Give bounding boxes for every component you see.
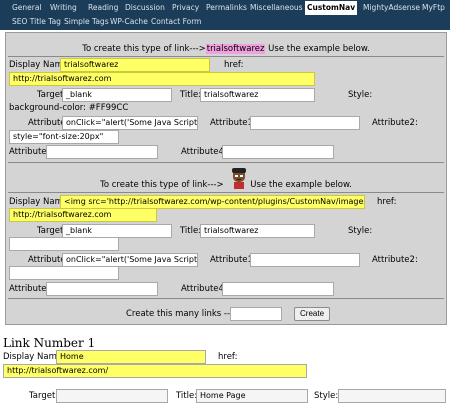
example1-href-label: href: xyxy=(224,60,244,70)
example1-header-pre: To create this type of link---> xyxy=(82,44,206,54)
example2-attribute4-field[interactable] xyxy=(222,282,334,296)
example2-target-field[interactable]: _blank xyxy=(62,224,172,238)
nav-item-wp-cache[interactable]: WP-Cache xyxy=(110,15,148,29)
example2-style-field[interactable] xyxy=(9,237,119,251)
example2-attribute-field[interactable]: onClick="alert('Some Java Script!')" xyxy=(62,253,198,267)
nav-item-myftp[interactable]: MyFtp xyxy=(422,1,445,15)
example1-attribute1-field[interactable] xyxy=(250,116,360,130)
example1-attribute4-field[interactable] xyxy=(222,145,334,159)
example2-header-post: Use the example below. xyxy=(247,180,352,190)
nav-row-2: SEO Title Tag Simple Tags WP-Cache Conta… xyxy=(0,15,450,30)
example1-style-field[interactable]: background-color: #FF99CC xyxy=(9,102,128,115)
example2-href-field[interactable]: http://trialsoftwarez.com xyxy=(9,208,157,222)
example2-attribute3-field[interactable] xyxy=(46,282,158,296)
link-number-heading: Link Number 1 xyxy=(3,336,96,350)
example1-title-field[interactable]: trialsoftwarez xyxy=(200,88,315,102)
example2-attribute1-field[interactable] xyxy=(250,253,360,267)
example-divider xyxy=(8,162,444,163)
example2-divider xyxy=(8,192,444,193)
nav-item-general[interactable]: General xyxy=(12,1,42,15)
example2-attribute1-label: Attribute1: xyxy=(210,255,256,265)
nav-item-seo-title-tag[interactable]: SEO Title Tag xyxy=(12,15,61,29)
nav-item-discussion[interactable]: Discussion xyxy=(125,1,165,15)
link1-display-name-field[interactable]: Home xyxy=(56,350,206,364)
example1-title-label: Title: xyxy=(180,90,202,100)
nav-item-customnav[interactable]: CustomNav xyxy=(305,1,358,15)
nav-item-privacy[interactable]: Privacy xyxy=(172,1,199,15)
link1-target-field[interactable] xyxy=(56,389,168,403)
example2-title-field[interactable]: trialsoftwarez xyxy=(200,224,315,238)
nav-item-contact-form[interactable]: Contact Form xyxy=(151,15,201,29)
example1-attribute1-label: Attribute1: xyxy=(210,118,256,128)
example2-style-label: Style: xyxy=(348,226,373,236)
create-divider xyxy=(8,298,444,299)
example2-title-label: Title: xyxy=(180,226,202,236)
create-links-label: Create this many links ---> xyxy=(126,309,241,319)
link1-title-field[interactable]: Home Page xyxy=(196,389,308,403)
example1-attribute3-field[interactable] xyxy=(46,145,158,159)
link1-style-label: Style: xyxy=(314,391,339,401)
nav-item-simple-tags[interactable]: Simple Tags xyxy=(64,15,109,29)
example2-attribute2-field[interactable] xyxy=(9,266,119,280)
example2-href-label: href: xyxy=(377,197,397,207)
example2-display-name-field[interactable]: <img src='http://trialsoftwarez.com/wp-c… xyxy=(60,195,365,209)
example1-attribute-field[interactable]: onClick="alert('Some Java Script!')" xyxy=(62,116,198,130)
example1-header-link[interactable]: trialsoftwarez xyxy=(205,44,266,54)
example1-attribute4-label: Attribute4: xyxy=(181,147,227,157)
admin-top-nav: General Writing Reading Discussion Priva… xyxy=(0,0,450,30)
example1-href-field[interactable]: http://trialsoftwarez.com xyxy=(9,72,315,86)
create-button[interactable]: Create xyxy=(294,307,331,321)
nav-item-mightyadsense[interactable]: MightyAdsense xyxy=(363,1,420,15)
nav-item-writing[interactable]: Writing xyxy=(50,1,77,15)
example1-divider xyxy=(8,56,444,57)
link1-style-field[interactable] xyxy=(338,389,446,403)
nav-item-miscellaneous[interactable]: Miscellaneous xyxy=(250,1,303,15)
example1-header-post: Use the example below. xyxy=(265,44,370,54)
example1-attribute2-label: Attribute2: xyxy=(372,118,418,128)
link1-href-label: href: xyxy=(218,352,238,362)
link1-target-label: Target: xyxy=(29,391,59,401)
bhlcr-avatar-icon[interactable] xyxy=(229,167,249,191)
nav-item-permalinks[interactable]: Permalinks xyxy=(206,1,247,15)
example1-display-name-field[interactable]: trialsoftwarez xyxy=(60,58,210,72)
create-links-count-field[interactable] xyxy=(230,307,282,321)
example2-header-pre: To create this type of link---> xyxy=(100,180,224,190)
example1-style-label: Style: xyxy=(348,90,373,100)
nav-item-reading[interactable]: Reading xyxy=(88,1,118,15)
link1-href-field[interactable]: http://trialsoftwarez.com/ xyxy=(3,364,307,378)
link1-title-label: Title: xyxy=(176,391,198,401)
example1-attribute2-field[interactable]: style="font-size:20px" xyxy=(9,130,119,144)
example1-target-field[interactable]: _blank xyxy=(62,88,172,102)
example2-attribute2-label: Attribute2: xyxy=(372,255,418,265)
example2-attribute4-label: Attribute4: xyxy=(181,284,227,294)
nav-row-1: General Writing Reading Discussion Priva… xyxy=(0,1,450,16)
